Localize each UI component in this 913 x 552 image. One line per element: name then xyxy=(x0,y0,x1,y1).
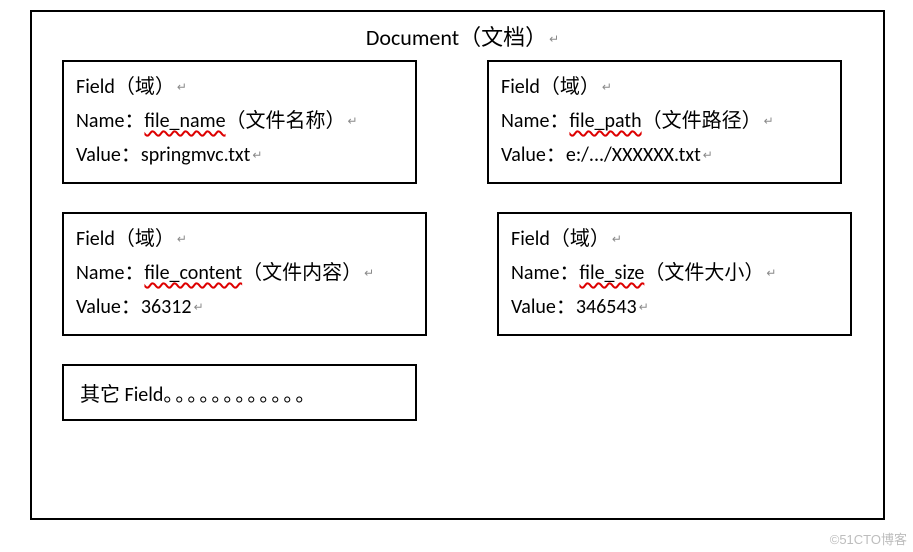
return-mark-icon: ↵ xyxy=(612,233,622,247)
field-header-text: Field（域） xyxy=(511,227,610,251)
name-label: Name： xyxy=(76,109,144,133)
return-mark-icon: ↵ xyxy=(703,149,713,163)
name-label: Name： xyxy=(501,109,569,133)
field-value-line: Value：springmvc.txt↵ xyxy=(76,138,405,172)
document-frame: Document（文档）↵ Field（域）↵ Name：file_name（文… xyxy=(30,10,885,520)
return-mark-icon: ↵ xyxy=(348,115,358,129)
field-header: Field（域）↵ xyxy=(511,222,840,256)
value-label: Value： xyxy=(76,295,141,319)
field-header: Field（域）↵ xyxy=(501,70,830,104)
return-mark-icon: ↵ xyxy=(194,301,204,315)
field-box-other: 其它 Field。。。。。。。。。。。。 xyxy=(62,364,417,421)
return-mark-icon: ↵ xyxy=(602,81,612,95)
value-label: Value： xyxy=(76,143,141,167)
field-name-desc: （文件内容） xyxy=(242,261,362,285)
return-mark-icon: ↵ xyxy=(177,233,187,247)
field-header: Field（域）↵ xyxy=(76,70,405,104)
field-name-line: Name：file_path（文件路径）↵ xyxy=(501,104,830,138)
field-value: 346543 xyxy=(576,295,637,319)
document-title-text: Document（文档） xyxy=(366,24,547,51)
field-box-file-path: Field（域）↵ Name：file_path（文件路径）↵ Value：e:… xyxy=(487,60,842,184)
fields-row-3: 其它 Field。。。。。。。。。。。。 xyxy=(62,364,863,421)
fields-grid: Field（域）↵ Name：file_name（文件名称）↵ Value：sp… xyxy=(62,60,863,421)
ellipsis-dots: 。。。。。。。。。。。。 xyxy=(163,383,317,407)
name-label: Name： xyxy=(76,261,144,285)
field-name-token: file_name xyxy=(144,109,225,133)
field-name-token: file_size xyxy=(579,261,644,285)
field-name-desc: （文件大小） xyxy=(644,261,764,285)
field-name-token: file_path xyxy=(569,109,641,133)
field-value-line: Value：346543↵ xyxy=(511,290,840,324)
fields-row-1: Field（域）↵ Name：file_name（文件名称）↵ Value：sp… xyxy=(62,60,863,184)
field-name-line: Name：file_size（文件大小）↵ xyxy=(511,256,840,290)
field-header-text: Field（域） xyxy=(76,227,175,251)
return-mark-icon: ↵ xyxy=(639,301,649,315)
return-mark-icon: ↵ xyxy=(177,81,187,95)
field-name-desc: （文件名称） xyxy=(226,109,346,133)
watermark-text: ©51CTO博客 xyxy=(830,529,907,548)
field-box-file-size: Field（域）↵ Name：file_size（文件大小）↵ Value：34… xyxy=(497,212,852,336)
return-mark-icon: ↵ xyxy=(764,115,774,129)
value-label: Value： xyxy=(501,143,566,167)
field-value-line: Value：36312↵ xyxy=(76,290,415,324)
document-title: Document（文档）↵ xyxy=(62,20,863,52)
field-value: 36312 xyxy=(141,295,192,319)
other-fields-text: 其它 Field xyxy=(80,383,163,407)
field-value-line: Value：e:/.../XXXXXX.txt↵ xyxy=(501,138,830,172)
return-mark-icon: ↵ xyxy=(364,267,374,281)
field-value: e:/.../XXXXXX.txt xyxy=(566,143,701,167)
return-mark-icon: ↵ xyxy=(766,267,776,281)
field-header-text: Field（域） xyxy=(76,75,175,99)
field-value: springmvc.txt xyxy=(141,143,250,167)
return-mark-icon: ↵ xyxy=(252,149,262,163)
field-box-file-name: Field（域）↵ Name：file_name（文件名称）↵ Value：sp… xyxy=(62,60,417,184)
field-header: Field（域）↵ xyxy=(76,222,415,256)
field-header-text: Field（域） xyxy=(501,75,600,99)
field-name-line: Name：file_name（文件名称）↵ xyxy=(76,104,405,138)
field-box-file-content: Field（域）↵ Name：file_content（文件内容）↵ Value… xyxy=(62,212,427,336)
return-mark-icon: ↵ xyxy=(549,33,559,47)
name-label: Name： xyxy=(511,261,579,285)
field-name-line: Name：file_content（文件内容）↵ xyxy=(76,256,415,290)
field-name-desc: （文件路径） xyxy=(642,109,762,133)
fields-row-2: Field（域）↵ Name：file_content（文件内容）↵ Value… xyxy=(62,212,863,336)
field-name-token: file_content xyxy=(144,261,242,285)
value-label: Value： xyxy=(511,295,576,319)
